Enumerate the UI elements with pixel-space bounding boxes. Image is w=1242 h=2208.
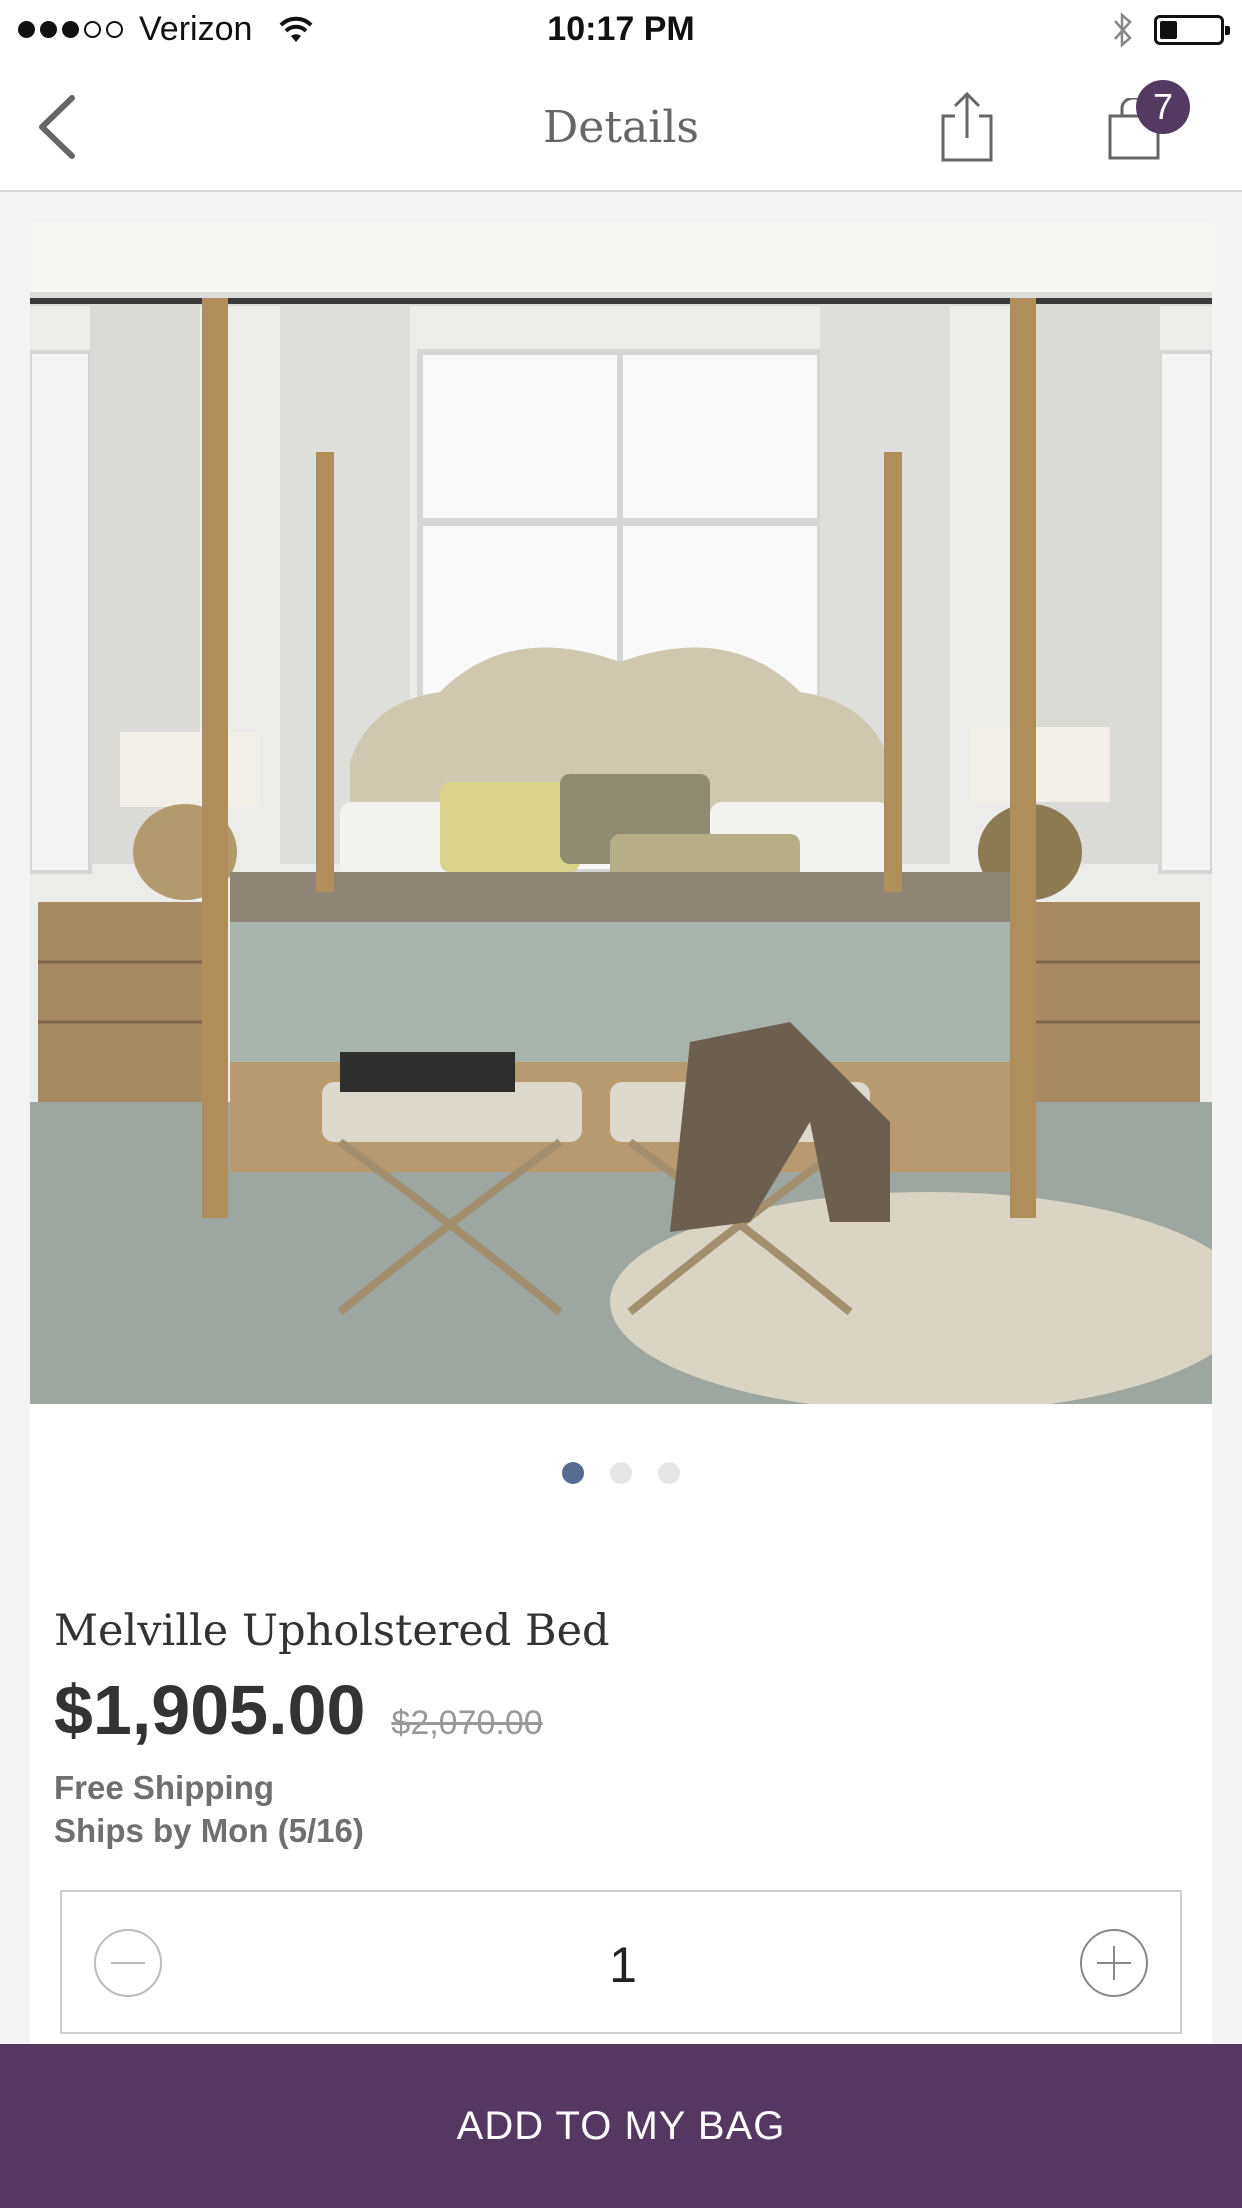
status-right <box>1112 12 1230 48</box>
page-title: Details <box>543 102 699 153</box>
battery-icon <box>1154 15 1230 45</box>
sale-price: $1,905.00 <box>54 1671 366 1749</box>
status-time: 10:17 PM <box>547 10 695 48</box>
bag-count-badge: 7 <box>1136 80 1190 134</box>
original-price: $2,070.00 <box>391 1704 543 1742</box>
quantity-stepper: 1 <box>60 1890 1182 2034</box>
increase-quantity-button[interactable] <box>1080 1929 1148 1997</box>
shipping-line-free: Free Shipping <box>54 1769 275 1806</box>
bluetooth-icon <box>1114 12 1132 48</box>
pager-dot-3[interactable] <box>658 1462 680 1484</box>
quantity-value: 1 <box>609 1937 637 1993</box>
pager-dot-1[interactable] <box>562 1462 584 1484</box>
add-to-bag-button[interactable]: ADD TO MY BAG <box>0 2044 1242 2208</box>
share-icon <box>941 91 993 162</box>
navigation-bar: Details 7 <box>0 62 1242 192</box>
shipping-info: Free Shipping Ships by Mon (5/16) <box>54 1766 364 1852</box>
status-bar: Verizon 10:17 PM <box>0 0 1242 62</box>
product-image[interactable] <box>30 222 1212 1404</box>
image-pager <box>30 1462 1212 1484</box>
share-button[interactable] <box>935 90 999 164</box>
shipping-line-date: Ships by Mon (5/16) <box>54 1812 364 1849</box>
product-card: Melville Upholstered Bed $1,905.00 $2,07… <box>30 222 1212 2208</box>
price-row: $1,905.00 $2,070.00 <box>54 1670 543 1750</box>
shopping-bag-button[interactable]: 7 <box>1100 80 1200 170</box>
pager-dot-2[interactable] <box>610 1462 632 1484</box>
product-name: Melville Upholstered Bed <box>54 1606 610 1656</box>
